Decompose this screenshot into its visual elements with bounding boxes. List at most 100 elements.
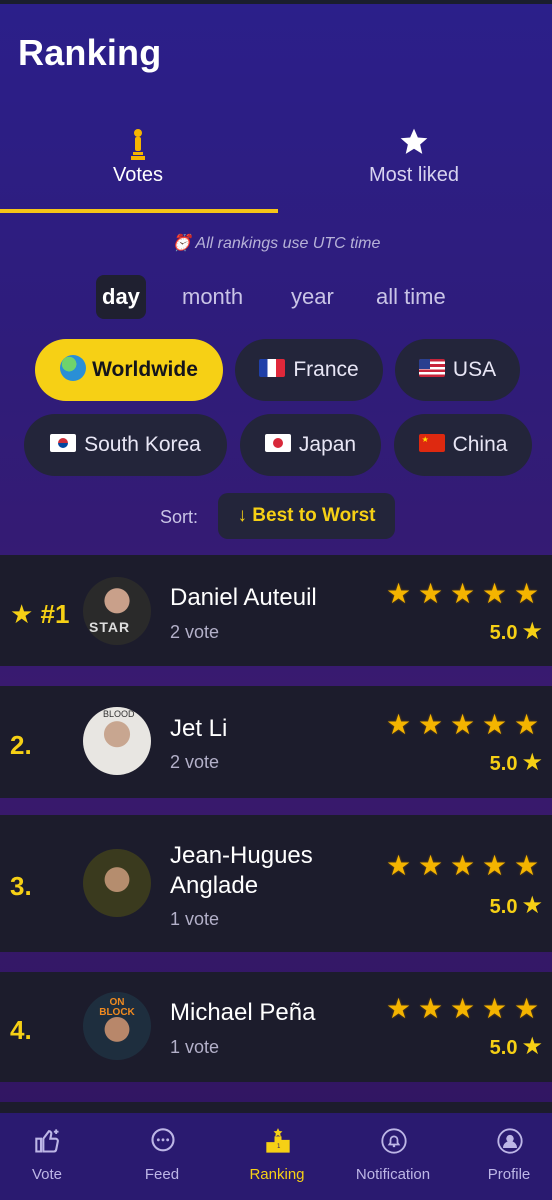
period-month[interactable]: month — [176, 275, 249, 319]
star-icon: ★ — [418, 578, 444, 609]
star-icon: ★ — [482, 850, 508, 881]
person-name: Michael Peña — [170, 999, 316, 1026]
chip-france-label: France — [293, 358, 359, 381]
chip-worldwide-label: Worldwide — [92, 358, 198, 381]
rank-label: 2. — [10, 730, 32, 760]
nav-ranking-label: Ranking — [249, 1166, 305, 1183]
avatar: STAR — [83, 577, 151, 645]
period-selector: day month year all time — [0, 275, 552, 319]
score: 5.0 ★ — [490, 617, 543, 646]
star-icon: ★ — [450, 578, 476, 609]
ranking-card[interactable]: 2. BLOOD Jet Li 2 vote ★ ★ ★ ★ ★ 5.0 ★ — [0, 686, 552, 798]
globe-icon — [60, 355, 87, 382]
sort-button[interactable]: ↓ Best to Worst — [218, 493, 395, 539]
nav-vote-label: Vote — [31, 1166, 63, 1183]
score-value: 5.0 — [489, 753, 518, 775]
vote-count: 2 vote — [170, 752, 220, 772]
flag-usa-icon — [418, 359, 445, 378]
period-year[interactable]: year — [285, 275, 340, 319]
tab-votes[interactable]: Votes — [0, 122, 276, 214]
ranking-card[interactable]: 4. ON BLOCK Michael Peña 1 vote ★ ★ ★ ★ ★ 5.… — [0, 972, 552, 1082]
vote-count: 1 vote — [170, 909, 220, 929]
star-icon: ★ — [514, 850, 540, 881]
score-value: 5.0 — [489, 896, 518, 918]
status-bar-strip — [0, 0, 552, 4]
chip-worldwide[interactable]: Worldwide — [35, 339, 223, 401]
star-icon: ★ — [418, 993, 444, 1024]
flag-france-icon — [259, 359, 286, 378]
rank-label: ★ #1 — [10, 599, 70, 629]
star-icon: ★ — [450, 993, 476, 1024]
star-icon: ★ — [450, 709, 476, 740]
bottom-nav: Vote Feed 1 Ranking Notification Profile — [0, 1113, 552, 1200]
flag-japan-icon — [264, 434, 291, 453]
star-icon: ★ — [521, 749, 543, 776]
avatar-caption: STAR — [89, 619, 131, 635]
tab-most-liked-label: Most liked — [368, 164, 460, 186]
star-icon: ★ — [514, 578, 540, 609]
nav-notification-label: Notification — [355, 1166, 431, 1183]
sort-label: Sort: — [160, 507, 199, 527]
avatar-caption: ON BLOCK — [99, 997, 135, 1018]
chip-usa-label: USA — [452, 358, 497, 381]
page-title: Ranking — [18, 32, 162, 73]
rank-label: 3. — [10, 871, 32, 901]
score-value: 5.0 — [489, 1037, 518, 1059]
utc-note: ⏰ All rankings use UTC time — [171, 235, 381, 252]
bell-icon — [381, 1128, 407, 1154]
ranking-tabs: Votes Most liked — [0, 122, 552, 214]
star-icon: ★ — [386, 993, 412, 1024]
vote-count: 2 vote — [170, 622, 220, 642]
svg-text:1: 1 — [277, 1144, 281, 1150]
chat-bubble-icon — [151, 1128, 175, 1152]
period-all-time[interactable]: all time — [370, 275, 452, 319]
chip-south-korea[interactable]: South Korea — [24, 414, 227, 476]
star-icon: ★ — [450, 850, 476, 881]
star-icon: ★ — [514, 993, 540, 1024]
active-tab-indicator — [0, 209, 278, 213]
chip-japan-label: Japan — [298, 433, 357, 456]
oscar-trophy-icon — [0, 122, 276, 162]
podium-icon: 1 — [266, 1128, 290, 1153]
nav-profile-label: Profile — [487, 1166, 531, 1183]
person-name: Jean-Hugues Anglade — [170, 841, 313, 901]
star-rating: ★ ★ ★ ★ ★ — [386, 851, 546, 881]
vote-count: 1 vote — [170, 1037, 220, 1057]
tab-votes-label: Votes — [112, 164, 164, 186]
thumbs-up-icon — [35, 1129, 59, 1153]
score: 5.0 ★ — [490, 1032, 543, 1061]
score-value: 5.0 — [489, 622, 518, 644]
avatar: ON BLOCK — [83, 992, 151, 1060]
period-day[interactable]: day — [96, 275, 146, 319]
nav-feed[interactable]: Feed — [107, 1113, 217, 1200]
chip-china[interactable]: ★ China — [394, 414, 532, 476]
profile-icon — [497, 1128, 523, 1154]
person-name: Daniel Auteuil — [170, 584, 317, 611]
score: 5.0 ★ — [490, 891, 543, 920]
star-icon: ★ — [521, 1033, 543, 1060]
ranking-card-partial[interactable] — [0, 1102, 552, 1113]
star-icon: ★ — [482, 993, 508, 1024]
star-icon: ★ — [521, 618, 543, 645]
nav-ranking[interactable]: 1 Ranking — [222, 1113, 332, 1200]
ranking-card[interactable]: 3. Jean-Hugues Anglade 1 vote ★ ★ ★ ★ ★ 5.0 ★ — [0, 815, 552, 952]
star-icon: ★ — [386, 578, 412, 609]
tab-most-liked[interactable]: Most liked — [276, 122, 552, 214]
flag-china-icon: ★ — [418, 434, 445, 453]
nav-vote[interactable]: Vote — [0, 1113, 102, 1200]
ranking-card[interactable]: ★ #1 STAR Daniel Auteuil 2 vote ★ ★ ★ ★ ★ 5.… — [0, 555, 552, 666]
rank-label: 4. — [10, 1015, 32, 1045]
chip-france[interactable]: France — [235, 339, 383, 401]
chip-south-korea-label: South Korea — [84, 433, 201, 456]
nav-profile[interactable]: Profile — [454, 1113, 552, 1200]
nav-notification[interactable]: Notification — [338, 1113, 448, 1200]
star-icon: ★ — [418, 709, 444, 740]
star-icon: ★ — [514, 709, 540, 740]
star-icon: ★ — [418, 850, 444, 881]
star-rating: ★ ★ ★ ★ ★ — [386, 710, 546, 740]
avatar: BLOOD — [83, 707, 151, 775]
chip-japan[interactable]: Japan — [240, 414, 381, 476]
person-name-line-2: Anglade — [170, 872, 259, 899]
avatar — [83, 849, 151, 917]
chip-usa[interactable]: USA — [395, 339, 520, 401]
